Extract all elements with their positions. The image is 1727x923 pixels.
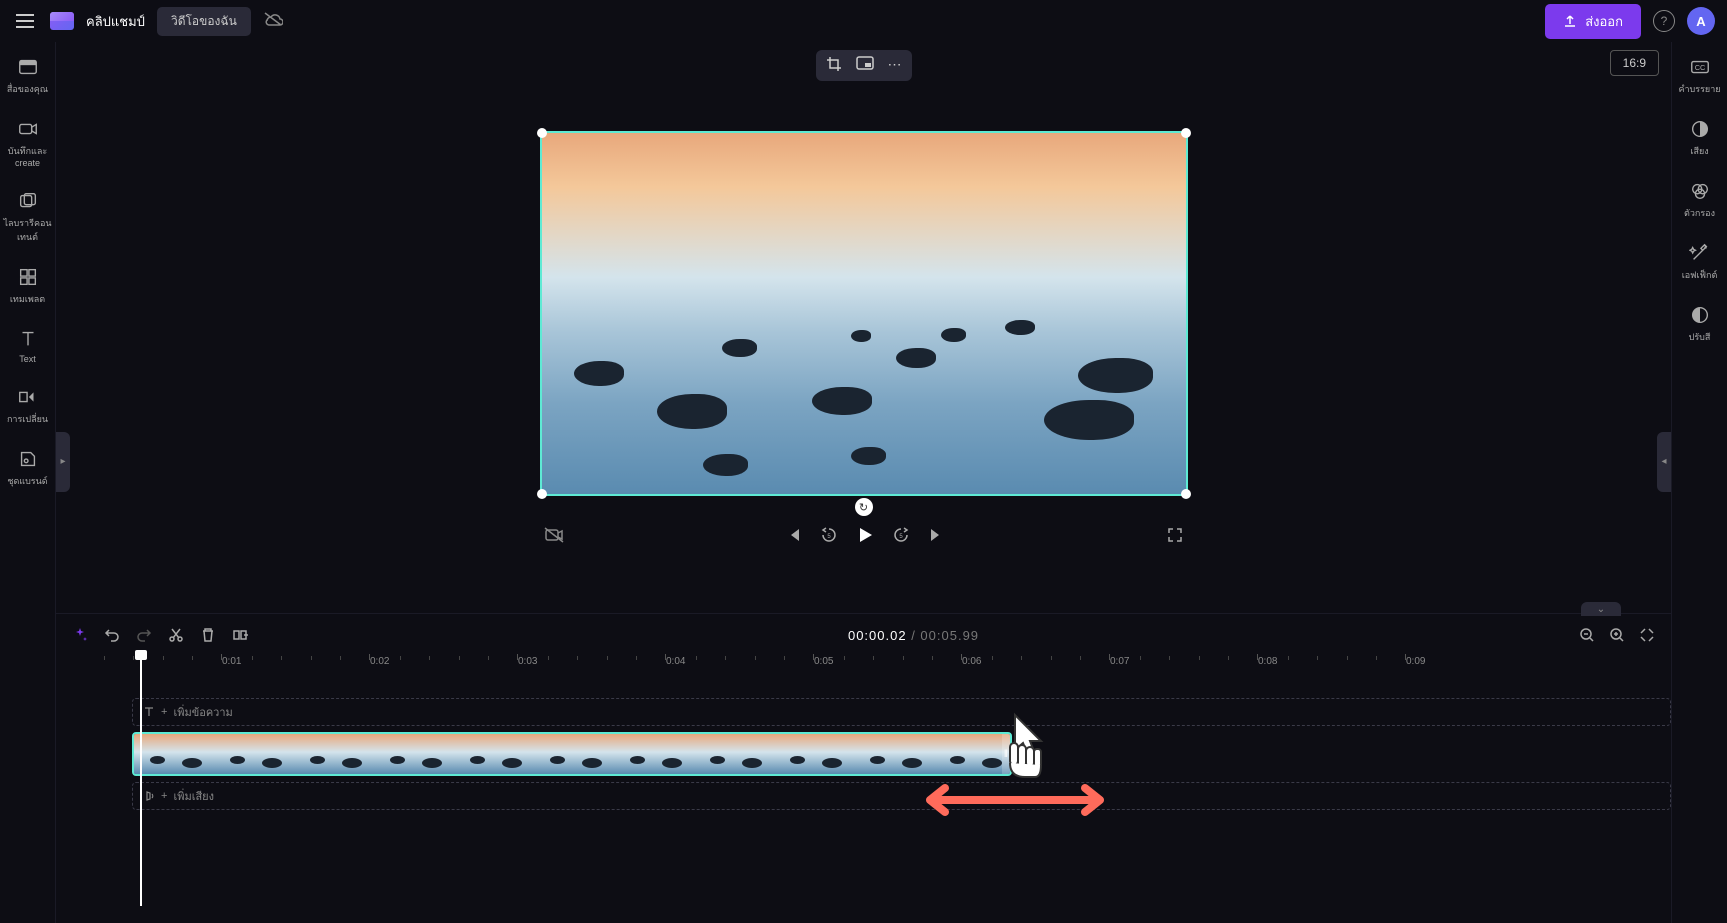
ruler-mark: 0:09 [1406, 656, 1425, 667]
sidebar-item-brandkit[interactable]: ชุดแบรนด์ [0, 446, 55, 490]
timeline-ruler[interactable]: 0:01 0:02 0:03 0:04 0:05 0:06 0:07 0:08 0:09 [72, 656, 1671, 680]
audio-track-label: เพิ่มเสียง [173, 787, 214, 805]
sidebar-item-label: ปรับสี [1689, 330, 1711, 344]
redo-icon[interactable] [136, 627, 152, 643]
export-label: ส่งออก [1585, 11, 1623, 32]
preview-area: ⋯ 16:9 [56, 42, 1671, 613]
right-sidebar-expand[interactable]: ◂ [1657, 432, 1671, 492]
sidebar-item-label: คำบรรยาย [1678, 82, 1720, 96]
sidebar-item-label: บันทึกและ create [8, 144, 47, 168]
timeline-section: ⌄ 00:00.02 / 00:05.99 [56, 613, 1671, 923]
sidebar-item-label: ชุดแบรนด์ [7, 474, 47, 488]
sidebar-item-label: ไลบรารีคอนเทนต์ [2, 216, 53, 244]
user-avatar[interactable]: A [1687, 7, 1715, 35]
main-body: สื่อของคุณ บันทึกและ create ไลบรารีคอนเท… [0, 42, 1727, 923]
timeline-timecode: 00:00.02 / 00:05.99 [848, 628, 979, 643]
aspect-ratio-button[interactable]: 16:9 [1610, 50, 1659, 76]
text-track-label: เพิ่มข้อความ [173, 703, 232, 721]
delete-icon[interactable] [200, 627, 216, 643]
sidebar-item-label: เทมเพลต [10, 292, 45, 306]
playback-controls: 5 5 [540, 526, 1188, 544]
duration: 00:05.99 [920, 628, 979, 643]
ruler-mark: 0:04 [666, 656, 685, 667]
zoom-in-icon[interactable] [1609, 627, 1625, 643]
timeline-collapse-button[interactable]: ⌄ [1581, 602, 1621, 616]
sidebar-item-transitions[interactable]: การเปลี่ยน [0, 384, 55, 428]
ruler-mark: 0:08 [1258, 656, 1277, 667]
text-track[interactable]: + เพิ่มข้อความ [72, 698, 1671, 726]
export-button[interactable]: ส่งออก [1545, 4, 1641, 39]
sidebar-item-library[interactable]: ไลบรารีคอนเทนต์ [0, 188, 55, 246]
sidebar-item-filters[interactable]: ตัวกรอง [1672, 178, 1727, 222]
playhead[interactable] [140, 656, 142, 906]
sidebar-item-templates[interactable]: เทมเพลต [0, 264, 55, 308]
resize-handle-bl[interactable] [537, 489, 547, 499]
pip-icon[interactable] [856, 56, 874, 75]
sidebar-item-label: เอฟเฟ็กต์ [1682, 268, 1718, 282]
zoom-out-icon[interactable] [1579, 627, 1595, 643]
resize-handle-tr[interactable] [1181, 128, 1191, 138]
rotate-handle[interactable]: ↻ [855, 498, 873, 516]
header-right: ส่งออก ? A [1545, 4, 1715, 39]
clip-trim-right[interactable]: ‖ [1002, 734, 1010, 774]
sidebar-item-label: สื่อของคุณ [7, 82, 48, 96]
crop-icon[interactable] [826, 56, 842, 75]
video-preview-frame[interactable]: ↻ [540, 131, 1188, 496]
video-track[interactable]: ‖ ‖ [72, 732, 1671, 776]
left-sidebar: สื่อของคุณ บันทึกและ create ไลบรารีคอนเท… [0, 42, 56, 923]
ruler-mark: 0:03 [518, 656, 537, 667]
sidebar-item-text[interactable]: Text [0, 326, 55, 366]
fullscreen-icon[interactable] [1166, 526, 1184, 544]
sidebar-item-label: การเปลี่ยน [7, 412, 48, 426]
resize-handle-br[interactable] [1181, 489, 1191, 499]
current-time: 00:00.02 [848, 628, 907, 643]
sidebar-item-media[interactable]: สื่อของคุณ [0, 54, 55, 98]
app-logo-icon [50, 12, 74, 30]
timeline-tracks: + เพิ่มข้อความ ‖ ‖ [56, 698, 1671, 810]
menu-button[interactable] [12, 10, 38, 32]
skip-start-icon[interactable] [786, 527, 802, 543]
video-clip[interactable]: ‖ ‖ [132, 732, 1012, 776]
magic-icon[interactable] [72, 627, 88, 643]
camera-off-icon[interactable] [544, 527, 564, 543]
sidebar-item-color[interactable]: ปรับสี [1672, 302, 1727, 346]
ruler-mark: 0:05 [814, 656, 833, 667]
sidebar-item-label: เสียง [1690, 144, 1708, 158]
cloud-off-icon[interactable] [263, 11, 283, 32]
video-content [542, 133, 1186, 494]
sidebar-item-record[interactable]: บันทึกและ create [0, 116, 55, 170]
sidebar-item-label: Text [19, 354, 36, 364]
center-area: ⋯ 16:9 [56, 42, 1671, 923]
resize-handle-tl[interactable] [537, 128, 547, 138]
undo-icon[interactable] [104, 627, 120, 643]
app-title: คลิปแชมป์ [86, 11, 145, 32]
cut-icon[interactable] [168, 627, 184, 643]
svg-text:5: 5 [827, 534, 831, 540]
ruler-mark: 0:06 [962, 656, 981, 667]
forward-icon[interactable]: 5 [892, 526, 910, 544]
sidebar-item-effects[interactable]: เอฟเฟ็กต์ [1672, 240, 1727, 284]
app-header: คลิปแชมป์ วิดีโอของฉัน ส่งออก ? A [0, 0, 1727, 42]
split-icon[interactable] [232, 627, 248, 643]
right-sidebar: CC คำบรรยาย เสียง ตัวกรอง เอฟเฟ็กต์ ปรับ… [1671, 42, 1727, 923]
preview-toolbar: ⋯ [816, 50, 912, 81]
timeline-toolbar: 00:00.02 / 00:05.99 [56, 614, 1671, 656]
zoom-fit-icon[interactable] [1639, 627, 1655, 643]
header-left: คลิปแชมป์ วิดีโอของฉัน [12, 7, 283, 36]
svg-text:CC: CC [1694, 63, 1705, 72]
audio-track[interactable]: + เพิ่มเสียง [72, 782, 1671, 810]
tab-my-videos[interactable]: วิดีโอของฉัน [157, 7, 251, 36]
ruler-mark: 0:07 [1110, 656, 1129, 667]
sidebar-item-captions[interactable]: CC คำบรรยาย [1672, 54, 1727, 98]
svg-text:5: 5 [899, 534, 903, 540]
skip-end-icon[interactable] [928, 527, 944, 543]
ruler-mark: 0:01 [222, 656, 241, 667]
rewind-icon[interactable]: 5 [820, 526, 838, 544]
sidebar-item-audio[interactable]: เสียง [1672, 116, 1727, 160]
sidebar-item-label: ตัวกรอง [1684, 206, 1715, 220]
help-button[interactable]: ? [1653, 10, 1675, 32]
ruler-mark: 0:02 [370, 656, 389, 667]
play-button[interactable] [856, 526, 874, 544]
more-icon[interactable]: ⋯ [888, 56, 902, 75]
